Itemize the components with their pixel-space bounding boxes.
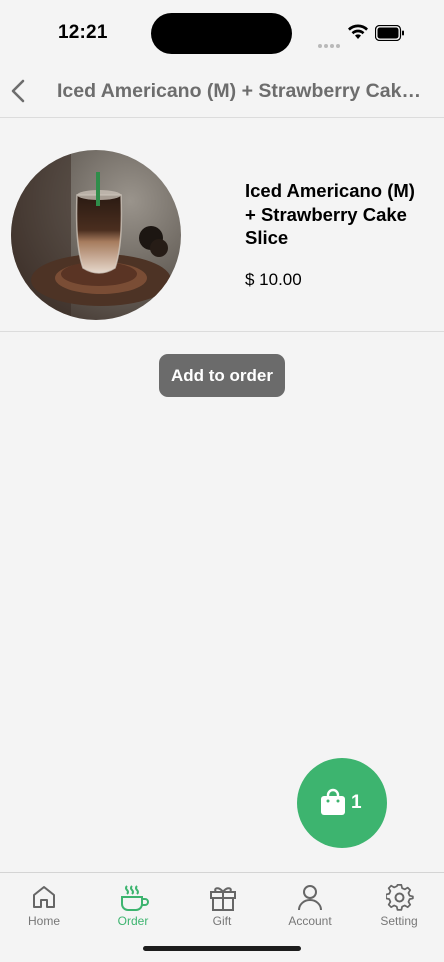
cart-button[interactable]: 1 [297, 758, 387, 848]
tab-label: Home [27, 914, 60, 928]
tab-account[interactable]: Account [266, 873, 354, 933]
tab-order[interactable]: Order [89, 873, 177, 933]
tab-gift[interactable]: Gift [178, 873, 266, 933]
coffee-cup-icon [121, 885, 149, 911]
battery-icon [375, 25, 404, 41]
tab-home[interactable]: Home [0, 873, 88, 933]
tab-label: Account [288, 914, 332, 928]
tab-label: Gift [212, 914, 232, 928]
gift-icon [210, 887, 236, 911]
tab-label: Setting [380, 914, 418, 928]
home-indicator[interactable] [143, 946, 301, 951]
wifi-icon [348, 24, 368, 39]
home-icon [33, 886, 55, 908]
product-image [11, 150, 181, 320]
product-price: $ 10.00 [245, 270, 302, 289]
cart-count-badge: 1 [351, 792, 362, 813]
person-icon [298, 885, 322, 911]
product-card: Iced Americano (M) + Strawberry Cake Sli… [0, 117, 444, 332]
status-time: 12:21 [58, 22, 108, 43]
shopping-bag-icon [321, 788, 345, 815]
dynamic-island [151, 13, 292, 54]
tab-setting[interactable]: Setting [355, 873, 443, 933]
product-name: Iced Americano (M) + Strawberry Cake Sli… [245, 180, 415, 248]
tab-label: Order [117, 914, 149, 928]
status-bar: 12:21 [0, 0, 444, 64]
add-to-order-button[interactable]: Add to order [159, 354, 285, 397]
navigation-bar: Iced Americano (M) + Strawberry Cake... [0, 64, 444, 118]
back-chevron-icon[interactable] [8, 78, 30, 104]
cellular-signal-icon [318, 35, 342, 53]
gear-icon [386, 884, 414, 911]
page-title: Iced Americano (M) + Strawberry Cake... [57, 80, 427, 102]
